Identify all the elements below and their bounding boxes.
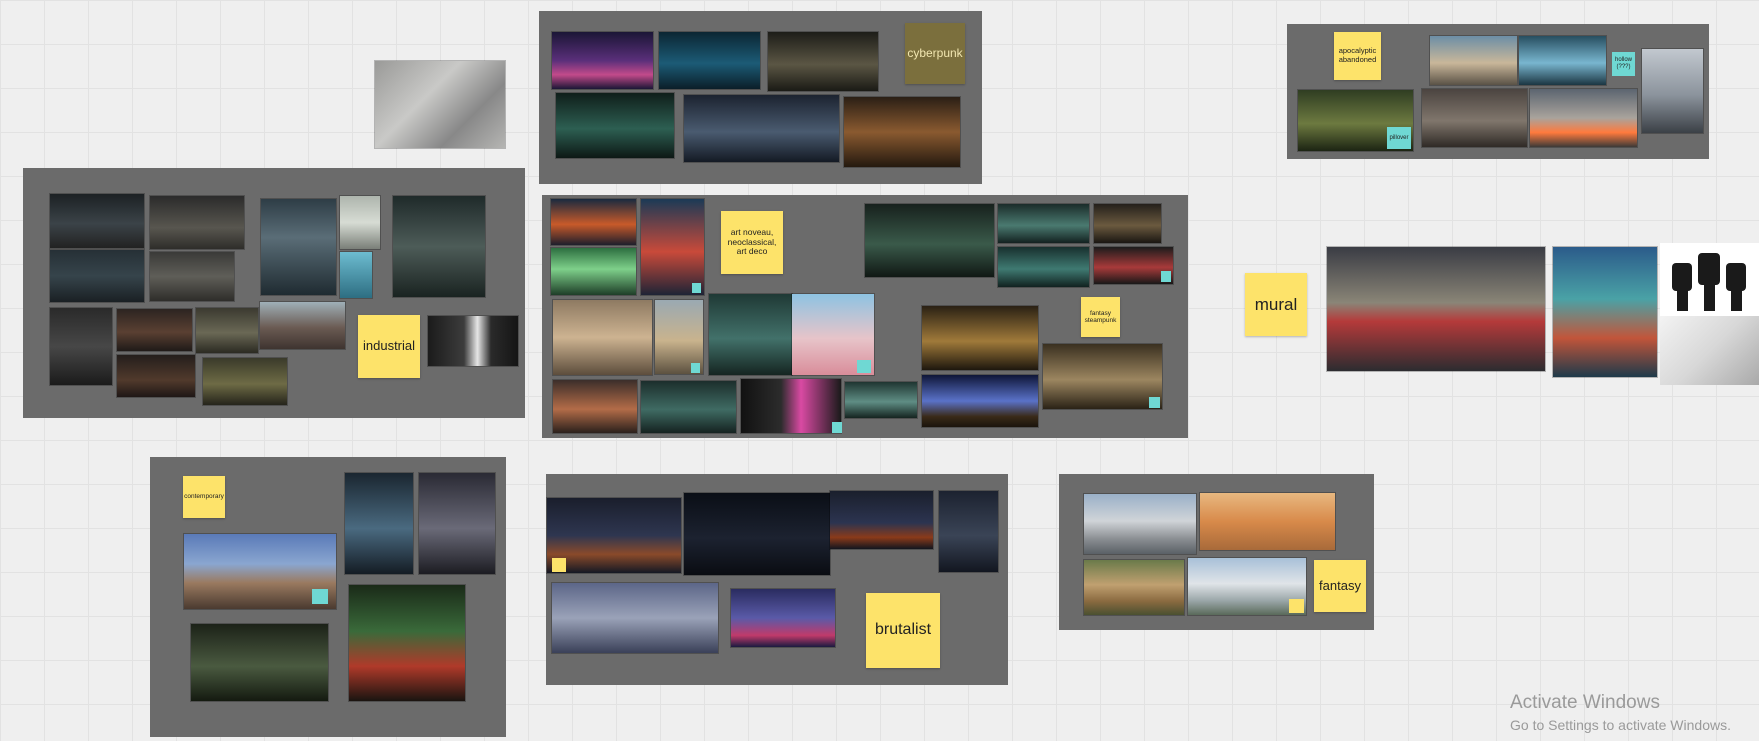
industrial-image[interactable] [117,309,192,351]
fantasy-image[interactable] [1084,560,1184,615]
teal-note[interactable] [312,589,328,604]
activate-windows-title: Activate Windows [1510,692,1660,713]
artnouveau-image[interactable] [998,204,1089,243]
artnouveau-image[interactable] [709,294,792,375]
artnouveau-image[interactable] [553,300,652,375]
artnouveau-image[interactable] [1043,344,1162,409]
activate-windows-subtitle: Go to Settings to activate Windows. [1510,717,1731,733]
industrial-image[interactable] [117,355,195,397]
mural-sticky[interactable]: mural [1245,273,1307,336]
cyberpunk-image[interactable] [556,93,674,158]
apocalyptic-image[interactable] [1642,49,1703,133]
apocalyptic-image[interactable] [1530,89,1637,147]
artnouveau-image[interactable] [741,379,841,433]
mural-image[interactable] [1553,247,1657,377]
pillover-tag-note[interactable]: pillover [1387,127,1411,149]
artnouveau-sticky[interactable]: art noveau, neoclassical, art deco [721,211,783,274]
cyberpunk-image[interactable] [659,32,760,89]
industrial-image[interactable] [428,316,518,366]
brutalist-sticky[interactable]: brutalist [866,593,940,668]
teal-note[interactable] [832,422,842,433]
industrial-image[interactable] [393,196,485,297]
fantasy-image[interactable] [1200,493,1335,550]
industrial-image[interactable] [261,199,336,295]
hollow-tag-note[interactable]: hollow (???) [1612,52,1635,76]
industrial-image[interactable] [50,250,144,302]
mural-image[interactable] [1327,247,1545,371]
fantasy-tiny-sticky[interactable] [1289,599,1304,613]
teal-note[interactable] [692,283,701,293]
industrial-image[interactable] [260,302,345,349]
fantasy-sticky[interactable]: fantasy [1314,560,1366,612]
brutalist-image[interactable] [939,491,998,572]
contemporary-image[interactable] [349,585,465,701]
teal-note[interactable] [1149,397,1160,408]
artnouveau-image[interactable] [553,380,637,433]
cobblestone-image[interactable] [375,61,505,148]
brutalist-image[interactable] [552,583,718,653]
industrial-image[interactable] [340,252,372,298]
artnouveau-image[interactable] [845,382,917,418]
artnouveau-image[interactable] [551,199,636,245]
brutalist-image[interactable] [684,493,830,575]
artnouveau-image[interactable] [1094,204,1161,243]
cyberpunk-image[interactable] [768,32,878,91]
apocalyptic-image[interactable] [1422,89,1527,147]
mural-image[interactable] [1660,316,1759,385]
cyberpunk-image[interactable] [684,95,839,162]
artnouveau-image[interactable] [922,375,1038,427]
apocalyptic-sticky[interactable]: apocalyptic abandoned [1334,32,1381,80]
artnouveau-image[interactable] [998,247,1089,287]
cyberpunk-image[interactable] [552,32,653,89]
contemporary-image[interactable] [345,473,413,574]
contemporary-sticky[interactable]: contemporary [183,476,225,518]
cyberpunk-sticky[interactable]: cyberpunk [905,23,965,84]
artnouveau-image[interactable] [922,306,1038,370]
brutalist-tiny-sticky[interactable] [552,558,566,572]
apocalyptic-image[interactable] [1519,36,1606,85]
industrial-image[interactable] [340,196,380,249]
industrial-image[interactable] [50,194,144,248]
industrial-image[interactable] [50,308,112,385]
artnouveau-image[interactable] [641,199,704,295]
mural-image[interactable] [1660,243,1759,316]
contemporary-image[interactable] [191,624,328,701]
teal-note[interactable] [857,360,871,373]
brutalist-image[interactable] [830,491,933,549]
teal-note[interactable] [1161,271,1171,282]
fantasy-image[interactable] [1084,494,1196,554]
cyberpunk-image[interactable] [844,97,960,167]
brutalist-image[interactable] [731,589,835,647]
industrial-image[interactable] [150,252,234,301]
artnouveau-image[interactable] [551,248,636,295]
industrial-sticky[interactable]: industrial [358,315,420,378]
artnouveau-image[interactable] [641,381,736,433]
apocalyptic-image[interactable] [1430,36,1517,85]
industrial-image[interactable] [150,196,244,249]
brutalist-image[interactable] [547,498,681,573]
industrial-image[interactable] [196,308,258,353]
raised-fists-icon [1672,253,1746,311]
teal-note[interactable] [691,363,700,373]
industrial-image[interactable] [203,358,287,405]
fantasy-steampunk-sticky[interactable]: fantasy steampunk [1081,297,1120,337]
artnouveau-image[interactable] [865,204,994,277]
contemporary-image[interactable] [419,473,495,574]
